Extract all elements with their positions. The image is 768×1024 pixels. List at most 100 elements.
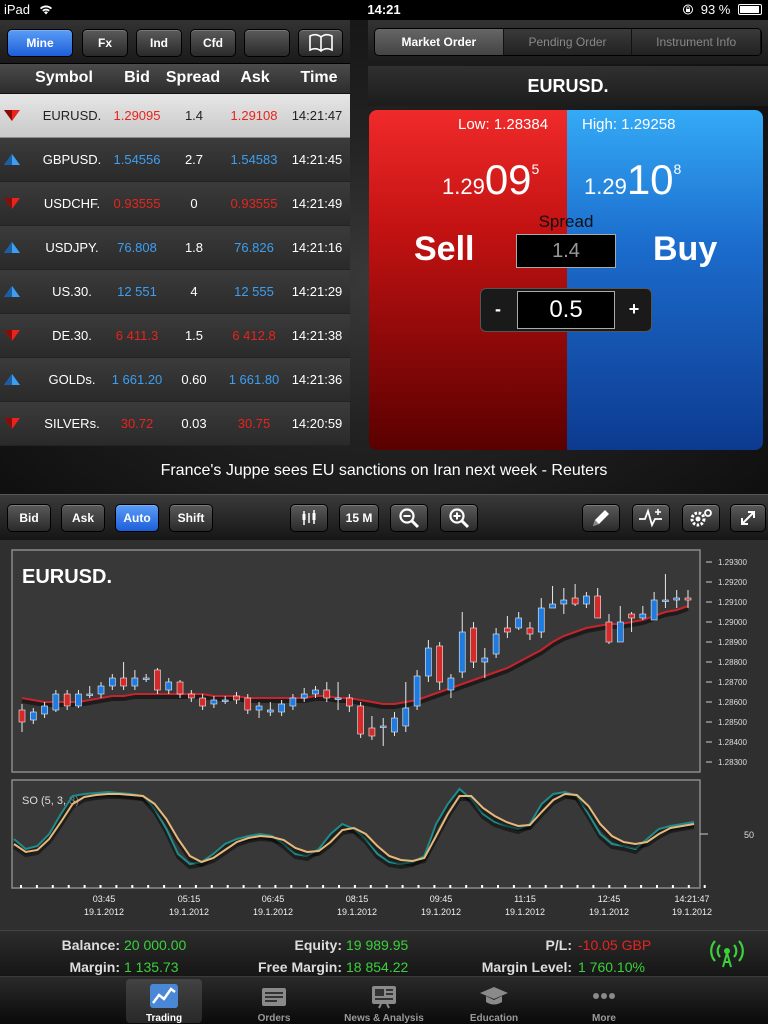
x-tick-time: 14:21:47: [674, 894, 709, 904]
watchlist-row[interactable]: SILVERs. 30.72 0.03 30.75 14:20:59: [0, 402, 350, 446]
chart-type-button[interactable]: [290, 504, 328, 532]
row-spread: 1.8: [184, 240, 204, 255]
volume-input[interactable]: 0.5: [517, 291, 615, 329]
chart-canvas[interactable]: EURUSD. SO (5, 3, 3) 1.293001.292001.291…: [0, 540, 768, 930]
x-tick-dot: [703, 885, 706, 888]
tab-education[interactable]: Education: [456, 979, 532, 1024]
settings-button[interactable]: [682, 504, 720, 532]
candle-body: [662, 599, 669, 602]
x-tick-dot: [226, 885, 229, 888]
buy-price-fraction: 8: [673, 161, 682, 177]
x-tick-dot: [290, 885, 293, 888]
sell-price[interactable]: 1.29095: [442, 156, 539, 204]
candle-body: [267, 709, 274, 713]
watchlist-header: Symbol Bid Spread Ask Time: [0, 64, 350, 94]
x-tick-dot: [449, 885, 452, 888]
sell-label[interactable]: Sell: [414, 230, 474, 269]
x-tick-time: 06:45: [262, 894, 285, 904]
tab-instrument-info[interactable]: Instrument Info: [632, 29, 761, 55]
tab-education-label: Education: [469, 1013, 519, 1024]
candle-body: [571, 597, 579, 605]
candle-body: [29, 711, 37, 721]
candle-body: [537, 607, 545, 633]
margin-value: 1 135.73: [124, 959, 179, 975]
bid-button[interactable]: Bid: [7, 504, 51, 532]
x-tick-dot: [640, 885, 643, 888]
x-tick-dot: [115, 885, 118, 888]
x-tick-dot: [369, 885, 372, 888]
x-tick-time: 08:15: [346, 894, 369, 904]
header-spread: Spread: [165, 69, 221, 86]
candle-body: [447, 677, 455, 691]
up-arrow-icon: [4, 286, 20, 297]
tab-more[interactable]: More: [566, 979, 642, 1024]
tab-pending-order[interactable]: Pending Order: [503, 29, 633, 55]
volume-plus-button[interactable]: +: [617, 289, 651, 331]
pl-label: P/L:: [545, 937, 572, 953]
candle-body: [289, 697, 297, 707]
tab-market-order[interactable]: Market Order: [375, 29, 504, 55]
timeframe-button[interactable]: 15 M: [339, 504, 379, 532]
x-tick-dot: [624, 885, 627, 888]
chart-area[interactable]: EURUSD. SO (5, 3, 3) 1.29300 1.29200 1.291…: [0, 540, 768, 930]
watchlist-row[interactable]: US.30. 12 551 4 12 555 14:21:29: [0, 270, 350, 314]
down-arrow-icon: [4, 110, 20, 121]
filter-fx-button[interactable]: Fx: [82, 29, 128, 57]
row-ask: 1.54583: [230, 152, 278, 167]
candle-body: [52, 693, 60, 711]
candle-body: [176, 681, 184, 695]
fullscreen-button[interactable]: [730, 504, 766, 532]
draw-button[interactable]: [582, 504, 620, 532]
candle-body: [346, 697, 353, 707]
up-arrow-icon: [4, 242, 20, 253]
filter-mine-button[interactable]: Mine: [7, 29, 73, 57]
x-tick-date: 19.1.2012: [84, 907, 124, 917]
candle-body: [199, 697, 206, 707]
row-bid: 1.54556: [113, 152, 161, 167]
tab-news-analysis[interactable]: News & Analysis: [344, 979, 424, 1024]
watchlist-row[interactable]: GOLDs. 1 661.20 0.60 1 661.80 14:21:36: [0, 358, 350, 402]
spread-label: Spread: [538, 212, 594, 231]
indicator-button[interactable]: [632, 504, 670, 532]
row-bid: 0.93555: [113, 196, 161, 211]
x-tick-dot: [656, 885, 658, 888]
ask-button[interactable]: Ask: [61, 504, 105, 532]
x-tick-time: 09:45: [430, 894, 453, 904]
zoom-out-button[interactable]: [390, 504, 428, 532]
watchlist-row[interactable]: GBPUSD. 1.54556 2.7 1.54583 14:21:45: [0, 138, 350, 182]
row-time: 14:21:38: [291, 328, 343, 343]
spread-value: 1.4: [516, 234, 616, 268]
filter-ind-button[interactable]: Ind: [136, 29, 182, 57]
candle-body: [221, 699, 229, 702]
x-tick-date: 19.1.2012: [589, 907, 629, 917]
buy-price[interactable]: 1.29108: [584, 156, 681, 204]
candle-body: [142, 677, 150, 680]
book-button[interactable]: [298, 29, 343, 57]
volume-minus-button[interactable]: -: [481, 289, 515, 331]
candle-body: [278, 703, 285, 713]
row-ask: 1 661.80: [228, 372, 280, 387]
news-ticker[interactable]: France's Juppe sees EU sanctions on Iran…: [0, 462, 768, 480]
filter-cfd-button[interactable]: Cfd: [190, 29, 236, 57]
tab-orders[interactable]: Orders: [236, 979, 312, 1024]
margin-level-label: Margin Level:: [481, 959, 572, 975]
y-tick-label: 1.29200: [718, 578, 747, 587]
candle-body: [515, 617, 522, 629]
zoom-in-button[interactable]: [440, 504, 478, 532]
watchlist-row[interactable]: USDCHF. 0.93555 0 0.93555 14:21:49: [0, 182, 350, 226]
watchlist-row[interactable]: DE.30. 6 411.3 1.5 6 412.8 14:21:38: [0, 314, 350, 358]
tab-trading[interactable]: Trading: [126, 979, 202, 1024]
shift-button[interactable]: Shift: [169, 504, 213, 532]
y-tick-label: 1.28500: [718, 718, 747, 727]
auto-button[interactable]: Auto: [115, 504, 159, 532]
watchlist-row[interactable]: EURUSD. 1.29095 1.4 1.29108 14:21:47: [0, 94, 350, 138]
watchlist-row[interactable]: USDJPY. 76.808 1.8 76.826 14:21:16: [0, 226, 350, 270]
buy-label[interactable]: Buy: [653, 230, 717, 269]
candle-body: [436, 645, 443, 683]
x-tick-dot: [163, 885, 166, 888]
trading-chart-icon: [150, 984, 178, 1008]
equity-label: Equity:: [294, 937, 342, 953]
oscillator-tick-label: 50: [744, 830, 754, 840]
x-tick-dot: [210, 885, 213, 888]
cfd-category-button[interactable]: [244, 29, 290, 57]
